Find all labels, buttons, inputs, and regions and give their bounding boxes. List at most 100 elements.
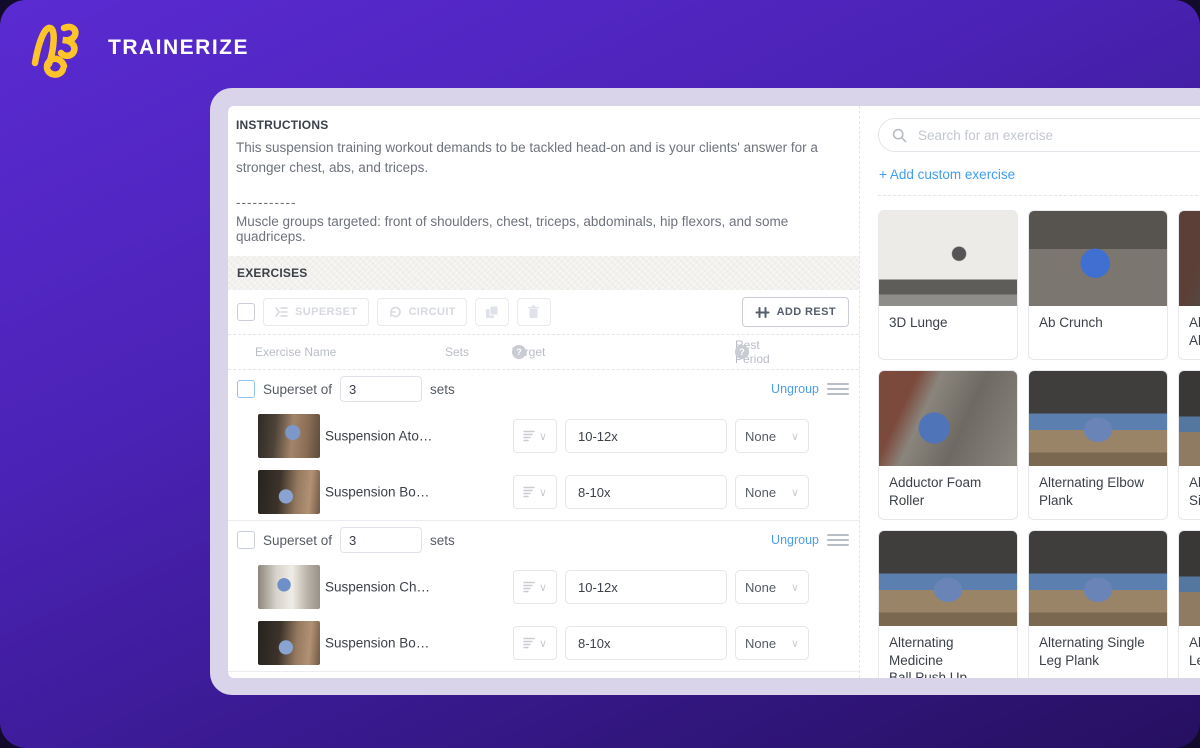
exercise-search-box[interactable] [878, 118, 1200, 152]
rest-value: None [745, 635, 777, 651]
exercise-card[interactable]: AlteSin [1178, 370, 1200, 521]
target-input[interactable] [565, 570, 727, 605]
exercise-card-label: 3D Lunge [879, 306, 1017, 354]
exercise-toolbar: SUPERSET CIRCUIT ADD REST [228, 290, 859, 336]
workout-editor-column: INSTRUCTIONS This suspension training wo… [228, 106, 860, 678]
copy-icon [485, 305, 499, 319]
exercise-image [1179, 371, 1200, 467]
group-checkbox[interactable] [237, 531, 255, 550]
chevron-down-icon: ∨ [790, 430, 799, 443]
circuit-label: CIRCUIT [408, 306, 456, 319]
exercise-row: Suspension Bo… ∨ None ∨ [228, 615, 859, 671]
add-custom-exercise-link[interactable]: + Add custom exercise [879, 167, 1015, 182]
exercise-card[interactable]: Alternating Elbow Plank [1028, 370, 1168, 521]
exercise-thumbnail[interactable] [258, 565, 320, 610]
exercise-name[interactable]: Suspension Bo… [325, 485, 429, 500]
label-line: Alternating Single [1039, 635, 1145, 651]
chevron-down-icon: ∨ [538, 430, 548, 443]
target-type-dropdown[interactable]: ∨ [513, 475, 557, 510]
superset-button[interactable]: SUPERSET [263, 298, 369, 327]
exercise-image [879, 371, 1017, 467]
label-line: Ball Push Up [889, 670, 968, 678]
label-line: Alte [1189, 475, 1200, 491]
brand-wordmark: TRAINERIZE [108, 36, 249, 59]
dumbbell-icon [755, 306, 770, 318]
label-line: Roller [889, 492, 925, 508]
ungroup-link[interactable]: Ungroup [771, 533, 819, 547]
target-info-icon[interactable]: ? [512, 345, 526, 360]
group-header: Superset of sets Ungroup [228, 521, 859, 559]
sort-lines-icon [523, 430, 535, 442]
label-line: Plank [1039, 492, 1073, 508]
drag-handle-icon[interactable] [827, 382, 849, 396]
exercise-table-header: Exercise Name Sets Target ? Rest Period … [228, 335, 859, 371]
exercise-row: Suspension Ch… ∨ None ∨ [228, 559, 859, 615]
add-rest-button[interactable]: ADD REST [741, 297, 849, 328]
label-line: Sin [1189, 492, 1200, 508]
exercise-thumbnail[interactable] [258, 470, 320, 515]
add-rest-label: ADD REST [776, 306, 836, 319]
label-line: Ab [1189, 315, 1200, 330]
target-input[interactable] [565, 626, 727, 661]
exercise-card[interactable]: Ab Crunch [1028, 210, 1168, 361]
rest-info-icon[interactable]: ? [735, 345, 749, 360]
trash-icon [528, 305, 540, 319]
exercise-card[interactable]: 3D Lunge [878, 210, 1018, 361]
sets-suffix-label: sets [430, 381, 455, 397]
sets-suffix-label: sets [430, 532, 455, 548]
target-type-dropdown[interactable]: ∨ [513, 570, 557, 605]
target-input[interactable] [565, 419, 727, 454]
label-line: Adductor Foam [889, 475, 982, 491]
exercise-card-label: AlteLeg [1179, 626, 1200, 678]
exercise-image [879, 531, 1017, 627]
sort-lines-icon [523, 581, 535, 593]
copy-button[interactable] [474, 298, 509, 327]
superset-group-1: Superset of sets Ungroup Suspension Ato…… [228, 370, 859, 522]
rest-period-select[interactable]: None ∨ [735, 475, 809, 510]
exercise-row: Suspension Bo… ∨ None ∨ [228, 464, 859, 520]
exercise-card-label: Ab Crunch [1029, 306, 1167, 354]
label-line: Ab Crunch [1039, 315, 1103, 330]
superset-group-2: Superset of sets Ungroup Suspension Ch… … [228, 521, 859, 673]
exercise-card[interactable]: Adductor Foam Roller [878, 370, 1018, 521]
exercise-thumbnail[interactable] [258, 621, 320, 666]
exercise-card-label: AlteSin [1179, 466, 1200, 519]
exercise-thumbnail[interactable] [258, 414, 320, 459]
brand-logo: TRAINERIZE [30, 18, 249, 78]
sets-count-input[interactable] [340, 376, 423, 403]
exercise-name[interactable]: Suspension Ch… [325, 580, 430, 595]
exercise-card[interactable]: Alternating Medicine Ball Push Up [878, 530, 1018, 678]
drag-handle-icon[interactable] [827, 533, 849, 547]
superset-of-label: Superset of [263, 532, 333, 548]
rest-period-select[interactable]: None ∨ [735, 419, 809, 454]
workout-builder-card: INSTRUCTIONS This suspension training wo… [210, 88, 1200, 695]
search-input[interactable] [916, 126, 1200, 144]
target-type-dropdown[interactable]: ∨ [513, 419, 557, 454]
rest-period-select[interactable]: None ∨ [735, 570, 809, 605]
circuit-button[interactable]: CIRCUIT [376, 298, 467, 327]
sets-count-input[interactable] [340, 527, 423, 554]
ungroup-link[interactable]: Ungroup [771, 382, 819, 396]
target-input[interactable] [565, 475, 727, 510]
rest-period-select[interactable]: None ∨ [735, 626, 809, 661]
exercise-card[interactable]: Alternating Single Leg Plank [1028, 530, 1168, 678]
exercise-name[interactable]: Suspension Bo… [325, 636, 429, 651]
chevron-down-icon: ∨ [790, 637, 799, 650]
sort-lines-icon [523, 486, 535, 498]
superset-label: SUPERSET [295, 306, 358, 319]
exercise-row: Suspension Ato… ∨ None ∨ [228, 408, 859, 464]
builder-panel: INSTRUCTIONS This suspension training wo… [228, 106, 1200, 678]
delete-button[interactable] [516, 298, 551, 327]
column-exercise-name: Exercise Name [255, 345, 337, 360]
app-window: TRAINERIZE INSTRUCTIONS This suspension … [0, 0, 1200, 748]
select-all-checkbox[interactable] [237, 303, 255, 322]
exercise-card[interactable]: Ab Abo [1178, 210, 1200, 361]
exercise-card-label: Adductor Foam Roller [879, 466, 1017, 519]
group-checkbox[interactable] [237, 380, 255, 399]
exercise-name[interactable]: Suspension Ato… [325, 429, 432, 444]
exercise-card[interactable]: AlteLeg [1178, 530, 1200, 678]
target-type-dropdown[interactable]: ∨ [513, 626, 557, 661]
muscle-groups-text: Muscle groups targeted: front of shoulde… [236, 214, 789, 245]
chevron-down-icon: ∨ [790, 581, 799, 594]
label-line: Leg [1189, 652, 1200, 668]
